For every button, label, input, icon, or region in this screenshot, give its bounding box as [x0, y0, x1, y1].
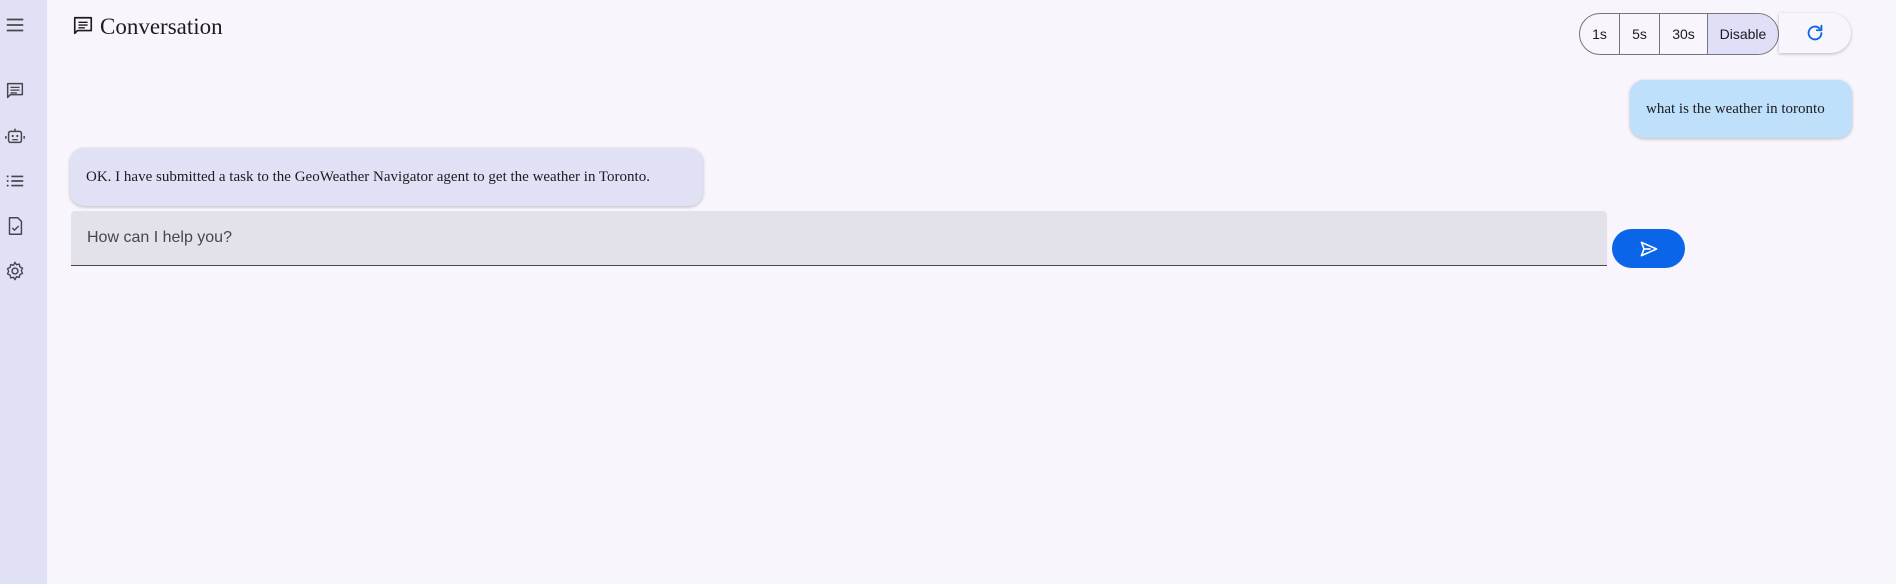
- chat-icon: [73, 16, 93, 35]
- poll-interval-selector: 1s 5s 30s Disable: [1579, 13, 1779, 55]
- message-input-field: [71, 211, 1607, 266]
- sidebar-item-conversation[interactable]: [0, 76, 30, 106]
- sidebar-item-agents[interactable]: [0, 121, 30, 151]
- menu-button[interactable]: [0, 10, 30, 40]
- refresh-button[interactable]: [1779, 13, 1851, 53]
- sidebar-item-settings[interactable]: [0, 256, 30, 286]
- send-button[interactable]: [1612, 229, 1685, 268]
- agent-message: OK. I have submitted a task to the GeoWe…: [70, 148, 703, 206]
- sidebar: [0, 0, 47, 584]
- send-icon: [1640, 241, 1657, 256]
- page-title: Conversation: [100, 14, 223, 39]
- sidebar-item-tasks[interactable]: [0, 211, 30, 241]
- poll-option-5s[interactable]: 5s: [1620, 14, 1660, 54]
- poll-option-disable[interactable]: Disable: [1708, 14, 1778, 54]
- poll-option-1s[interactable]: 1s: [1580, 14, 1620, 54]
- robot-icon: [5, 128, 25, 144]
- message-input[interactable]: [71, 211, 1607, 265]
- settings-icon: [6, 261, 24, 281]
- chat-icon: [6, 82, 24, 99]
- sidebar-item-list[interactable]: [0, 166, 30, 196]
- list-icon: [6, 175, 24, 187]
- refresh-icon: [1807, 24, 1823, 41]
- user-message: what is the weather in toronto: [1630, 80, 1852, 138]
- poll-option-30s[interactable]: 30s: [1660, 14, 1708, 54]
- menu-icon: [6, 18, 24, 32]
- task-icon: [8, 217, 23, 235]
